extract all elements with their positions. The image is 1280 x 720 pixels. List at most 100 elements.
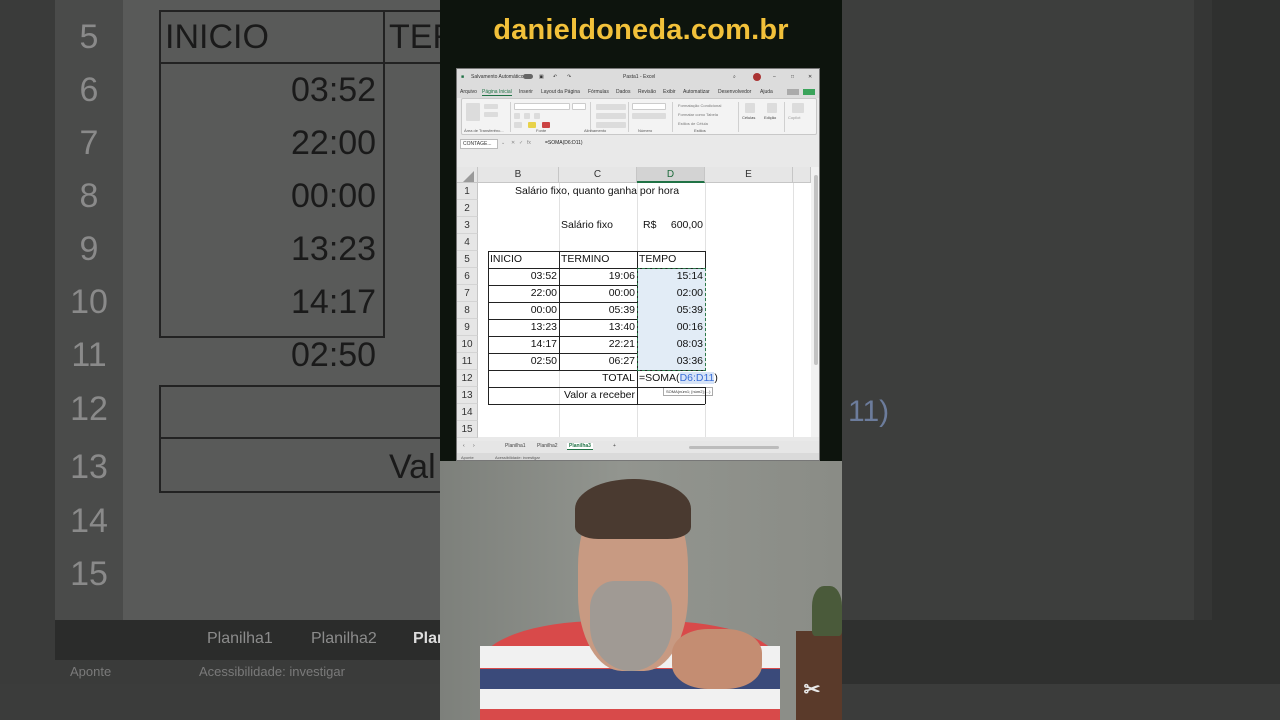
tab-pagina-inicial[interactable]: Página Inicial	[482, 89, 512, 96]
undo-icon[interactable]: ↶	[553, 74, 557, 80]
salary-value[interactable]: 600,00	[663, 217, 705, 234]
share-icon[interactable]	[803, 89, 815, 95]
horizontal-scrollbar[interactable]	[689, 446, 779, 449]
row-header-6[interactable]: 6	[457, 268, 478, 285]
tab-ajuda[interactable]: Ajuda	[760, 89, 773, 95]
minimize-icon[interactable]: –	[773, 74, 776, 80]
receive-label[interactable]: Valor a receber	[488, 387, 637, 404]
cell-inicio[interactable]: 13:23	[488, 319, 559, 336]
row-header-8[interactable]: 8	[457, 302, 478, 319]
header-tempo[interactable]: TEMPO	[637, 251, 676, 268]
select-all-button[interactable]	[457, 167, 478, 183]
format-as-table-button[interactable]: Formatar como Tabela	[678, 112, 718, 117]
add-sheet-icon[interactable]: +	[613, 443, 616, 449]
row-header-7[interactable]: 7	[457, 285, 478, 302]
sheet-title[interactable]: Salário fixo, quanto ganha por hora	[513, 183, 679, 200]
confirm-entry-icon[interactable]: ✓	[519, 140, 523, 146]
tab-desenvolvedor[interactable]: Desenvolvedor	[718, 89, 751, 95]
cell-termino[interactable]: 06:27	[559, 353, 637, 370]
borders-icon[interactable]	[514, 122, 522, 128]
underline-icon[interactable]	[534, 113, 540, 119]
tab-inserir[interactable]: Inserir	[519, 89, 533, 95]
bold-icon[interactable]	[514, 113, 520, 119]
number-format-select[interactable]	[632, 103, 666, 110]
maximize-icon[interactable]: □	[791, 74, 794, 80]
font-size-select[interactable]	[572, 103, 586, 110]
cell-termino[interactable]: 22:21	[559, 336, 637, 353]
cells-icon[interactable]	[745, 103, 755, 113]
tab-automatizar[interactable]: Automatizar	[683, 89, 710, 95]
vertical-scrollbar[interactable]	[811, 167, 819, 437]
conditional-formatting-button[interactable]: Formatação Condicional	[678, 103, 721, 108]
header-inicio[interactable]: INICIO	[488, 251, 522, 268]
salary-label[interactable]: Salário fixo	[559, 217, 613, 234]
column-header-f[interactable]	[793, 167, 811, 183]
search-icon[interactable]: ⌕	[733, 74, 736, 80]
accessibility-status[interactable]: Acessibilidade: investigar	[495, 455, 540, 460]
cell-inicio[interactable]: 02:50	[488, 353, 559, 370]
name-box[interactable]: CONTAGE...	[460, 139, 498, 149]
tab-dados[interactable]: Dados	[616, 89, 630, 95]
font-name-select[interactable]	[514, 103, 570, 110]
editing-icon[interactable]	[767, 103, 777, 113]
column-header-c[interactable]: C	[559, 167, 637, 183]
align-top-icon[interactable]	[596, 104, 626, 110]
copilot-button[interactable]: Copilot	[788, 115, 800, 120]
italic-icon[interactable]	[524, 113, 530, 119]
cell-inicio[interactable]: 00:00	[488, 302, 559, 319]
sheet-tab-planilha3[interactable]: Planilha3	[567, 443, 593, 450]
column-header-b[interactable]: B	[478, 167, 559, 183]
row-header-13[interactable]: 13	[457, 387, 478, 404]
row-header-10[interactable]: 10	[457, 336, 478, 353]
column-header-d[interactable]: D	[637, 167, 705, 183]
sheet-tab-planilha2[interactable]: Planilha2	[537, 443, 558, 449]
close-icon[interactable]: ✕	[808, 74, 812, 80]
cell-inicio[interactable]: 22:00	[488, 285, 559, 302]
total-formula-cell[interactable]: =SOMA(D6:D11)	[637, 370, 718, 387]
total-label[interactable]: TOTAL	[559, 370, 637, 387]
tab-exibir[interactable]: Exibir	[663, 89, 676, 95]
autosave-toggle[interactable]	[523, 74, 533, 79]
copilot-icon[interactable]	[792, 103, 804, 113]
vertical-scroll-thumb[interactable]	[814, 175, 818, 365]
cell-termino[interactable]: 05:39	[559, 302, 637, 319]
editing-button[interactable]: Edição	[764, 115, 776, 120]
row-header-12[interactable]: 12	[457, 370, 478, 387]
cell-termino[interactable]: 00:00	[559, 285, 637, 302]
row-header-9[interactable]: 9	[457, 319, 478, 336]
comments-icon[interactable]	[787, 89, 799, 95]
row-header-4[interactable]: 4	[457, 234, 478, 251]
row-header-2[interactable]: 2	[457, 200, 478, 217]
save-icon[interactable]: ▣	[539, 74, 544, 80]
cell-termino[interactable]: 19:06	[559, 268, 637, 285]
row-header-15[interactable]: 15	[457, 421, 478, 438]
align-left-icon[interactable]	[596, 113, 626, 119]
row-header-1[interactable]: 1	[457, 183, 478, 200]
insert-function-icon[interactable]: fx	[527, 140, 531, 146]
paste-icon[interactable]	[466, 103, 480, 121]
cell-styles-button[interactable]: Estilos de Célula	[678, 121, 708, 126]
header-termino[interactable]: TERMINO	[559, 251, 609, 268]
cell-inicio[interactable]: 03:52	[488, 268, 559, 285]
avatar[interactable]	[753, 73, 761, 81]
formula-input[interactable]: =SOMA(D6:D11)	[543, 139, 819, 149]
tab-next-icon[interactable]: ›	[473, 443, 475, 449]
column-header-e[interactable]: E	[705, 167, 793, 183]
salary-currency[interactable]: R$	[641, 217, 656, 234]
row-header-3[interactable]: 3	[457, 217, 478, 234]
fill-color-icon[interactable]	[528, 122, 536, 128]
tab-revisao[interactable]: Revisão	[638, 89, 656, 95]
sheet-tab-planilha1[interactable]: Planilha1	[505, 443, 526, 449]
cell-termino[interactable]: 13:40	[559, 319, 637, 336]
row-header-5[interactable]: 5	[457, 251, 478, 268]
row-header-14[interactable]: 14	[457, 404, 478, 421]
tab-arquivo[interactable]: Arquivo	[460, 89, 477, 95]
tab-formulas[interactable]: Fórmulas	[588, 89, 609, 95]
row-header-11[interactable]: 11	[457, 353, 478, 370]
cancel-entry-icon[interactable]: ✕	[511, 140, 515, 146]
name-box-dropdown-icon[interactable]: ⌄	[501, 140, 505, 146]
cut-icon[interactable]	[484, 104, 498, 109]
tab-prev-icon[interactable]: ‹	[463, 443, 465, 449]
cells-button[interactable]: Células	[742, 115, 755, 120]
percent-icon[interactable]	[632, 113, 666, 119]
